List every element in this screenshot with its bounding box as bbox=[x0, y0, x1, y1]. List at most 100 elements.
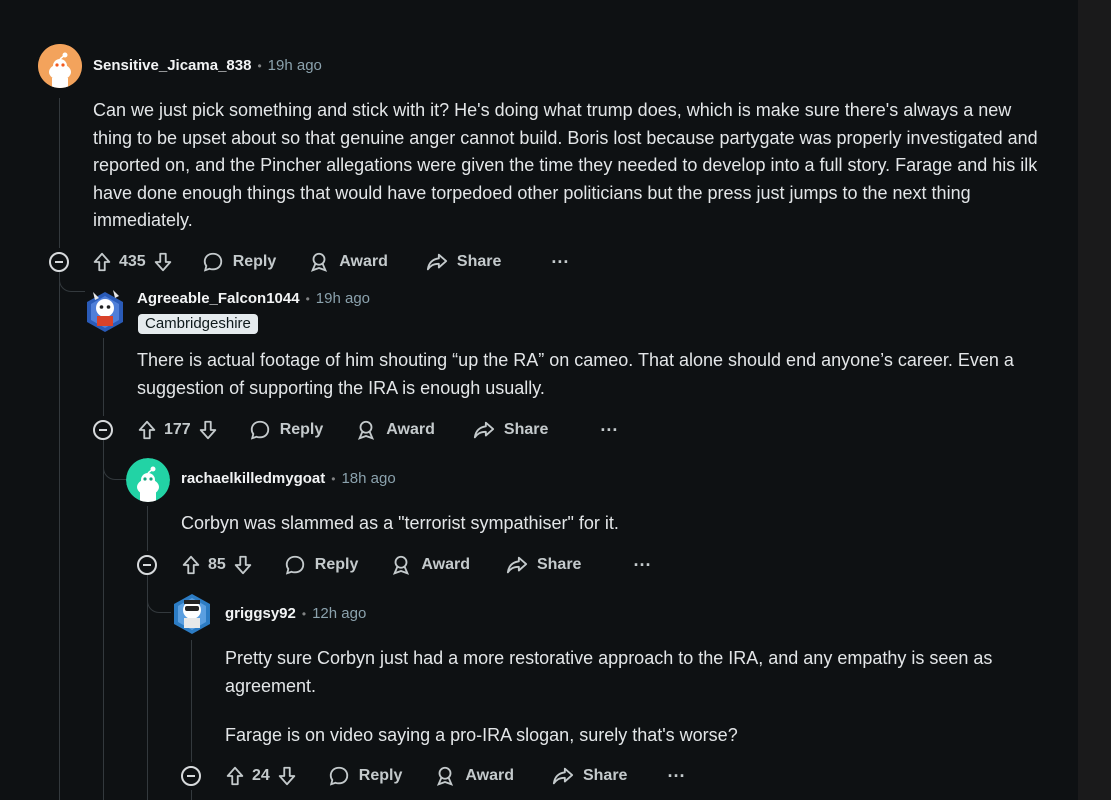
collapse-button[interactable] bbox=[137, 555, 157, 575]
downvote-icon[interactable] bbox=[232, 554, 254, 576]
award-button[interactable]: Award bbox=[355, 419, 435, 441]
thread-line[interactable] bbox=[59, 276, 60, 800]
downvote-icon[interactable] bbox=[152, 251, 174, 273]
comment-thread: Sensitive_Jicama_838 • 19h ago Can we ju… bbox=[0, 0, 1111, 800]
share-icon bbox=[552, 767, 574, 785]
share-label: Share bbox=[582, 767, 628, 784]
share-icon bbox=[473, 421, 494, 439]
user-flair: Cambridgeshire bbox=[138, 314, 258, 334]
comment-body: Can we just pick something and stick wit… bbox=[93, 97, 1043, 235]
timestamp[interactable]: 18h ago bbox=[341, 470, 395, 487]
comment-meta: Sensitive_Jicama_838 • 19h ago bbox=[93, 57, 322, 74]
collapse-button[interactable] bbox=[49, 252, 69, 272]
thread-line[interactable] bbox=[103, 338, 104, 416]
award-button[interactable]: Award bbox=[390, 554, 470, 576]
collapse-button[interactable] bbox=[93, 420, 113, 440]
vote-count: 177 bbox=[164, 421, 191, 438]
downvote-icon[interactable] bbox=[276, 765, 298, 787]
thread-line[interactable] bbox=[59, 98, 60, 248]
reply-button[interactable]: Reply bbox=[249, 419, 323, 441]
award-button[interactable]: Award bbox=[308, 251, 388, 273]
comment-meta: Agreeable_Falcon1044 • 19h ago bbox=[137, 290, 370, 307]
comment-actions: 177 Reply Award Share ··· bbox=[136, 415, 618, 445]
author-link[interactable]: Sensitive_Jicama_838 bbox=[93, 57, 251, 74]
thread-connector bbox=[147, 575, 171, 613]
more-options-icon: ··· bbox=[600, 419, 619, 440]
award-button[interactable]: Award bbox=[434, 765, 514, 787]
award-label: Award bbox=[465, 767, 514, 784]
vote-group: 177 bbox=[136, 419, 219, 441]
author-link[interactable]: griggsy92 bbox=[225, 605, 296, 622]
timestamp[interactable]: 12h ago bbox=[312, 605, 366, 622]
snoo-avatar-icon bbox=[126, 458, 170, 502]
comment-paragraph: There is actual footage of him shouting … bbox=[137, 350, 1014, 398]
thread-line[interactable] bbox=[191, 640, 192, 762]
avatar[interactable] bbox=[126, 458, 170, 502]
award-label: Award bbox=[421, 556, 470, 573]
reply-button[interactable]: Reply bbox=[202, 251, 276, 273]
avatar[interactable] bbox=[38, 44, 82, 88]
award-label: Award bbox=[339, 253, 388, 270]
reply-icon bbox=[285, 555, 304, 575]
more-options-icon: ··· bbox=[633, 554, 652, 575]
comment-actions: 85 Reply Award Share ··· bbox=[180, 550, 651, 580]
comment-body: Pretty sure Corbyn just had a more resto… bbox=[225, 645, 1055, 750]
award-icon bbox=[311, 252, 328, 272]
award-icon bbox=[437, 766, 454, 786]
snoo-avatar-icon bbox=[38, 44, 82, 88]
right-sidebar bbox=[1078, 0, 1111, 800]
avatar[interactable] bbox=[170, 588, 214, 636]
upvote-icon[interactable] bbox=[136, 419, 158, 441]
thread-line[interactable] bbox=[103, 444, 104, 800]
comment-body: There is actual footage of him shouting … bbox=[137, 347, 1037, 402]
thread-line[interactable] bbox=[147, 579, 148, 800]
reply-icon bbox=[203, 252, 222, 272]
reply-button[interactable]: Reply bbox=[284, 554, 358, 576]
comment-meta: griggsy92 • 12h ago bbox=[225, 605, 366, 622]
author-link[interactable]: Agreeable_Falcon1044 bbox=[137, 290, 300, 307]
more-options-button[interactable]: ··· bbox=[667, 766, 685, 787]
thread-connector bbox=[103, 440, 127, 480]
timestamp[interactable]: 19h ago bbox=[268, 57, 322, 74]
share-button[interactable]: Share bbox=[426, 251, 501, 273]
author-link[interactable]: rachaelkilledmygoat bbox=[181, 470, 325, 487]
separator-dot: • bbox=[301, 606, 307, 621]
avatar[interactable] bbox=[83, 286, 127, 334]
reply-button[interactable]: Reply bbox=[328, 765, 403, 787]
vote-group: 24 bbox=[224, 765, 298, 787]
more-options-button[interactable]: ··· bbox=[633, 555, 651, 576]
comment-paragraph: Corbyn was slammed as a "terrorist sympa… bbox=[181, 513, 619, 533]
award-icon bbox=[358, 420, 375, 440]
more-options-icon: ··· bbox=[551, 251, 570, 272]
upvote-icon[interactable] bbox=[180, 554, 202, 576]
timestamp[interactable]: 19h ago bbox=[316, 290, 370, 307]
comment-meta: rachaelkilledmygoat • 18h ago bbox=[181, 470, 396, 487]
share-label: Share bbox=[456, 253, 502, 270]
comment-actions: 435 Reply Award Share ··· bbox=[91, 247, 569, 277]
snoo-avatar-icon bbox=[174, 594, 210, 634]
thread-connector bbox=[59, 268, 85, 292]
upvote-icon[interactable] bbox=[91, 251, 113, 273]
thread-line[interactable] bbox=[147, 506, 148, 551]
upvote-icon[interactable] bbox=[224, 765, 246, 787]
reply-label: Reply bbox=[358, 767, 403, 784]
more-options-icon: ··· bbox=[667, 765, 686, 786]
collapse-button[interactable] bbox=[181, 766, 201, 786]
vote-count: 435 bbox=[119, 253, 146, 270]
comment-paragraph: Farage is on video saying a pro-IRA slog… bbox=[225, 725, 738, 745]
share-button[interactable]: Share bbox=[552, 765, 627, 787]
comment-paragraph: Can we just pick something and stick wit… bbox=[93, 100, 1038, 230]
comment-paragraph: Pretty sure Corbyn just had a more resto… bbox=[225, 648, 993, 696]
share-button[interactable]: Share bbox=[506, 554, 581, 576]
snoo-avatar-icon bbox=[87, 290, 123, 332]
thread-line[interactable] bbox=[191, 790, 192, 800]
share-label: Share bbox=[503, 421, 549, 438]
downvote-icon[interactable] bbox=[197, 419, 219, 441]
share-button[interactable]: Share bbox=[473, 419, 548, 441]
vote-group: 85 bbox=[180, 554, 254, 576]
more-options-button[interactable]: ··· bbox=[600, 420, 618, 441]
more-options-button[interactable]: ··· bbox=[551, 252, 569, 273]
share-icon bbox=[506, 556, 528, 574]
separator-dot: • bbox=[305, 291, 310, 306]
award-label: Award bbox=[386, 421, 435, 438]
